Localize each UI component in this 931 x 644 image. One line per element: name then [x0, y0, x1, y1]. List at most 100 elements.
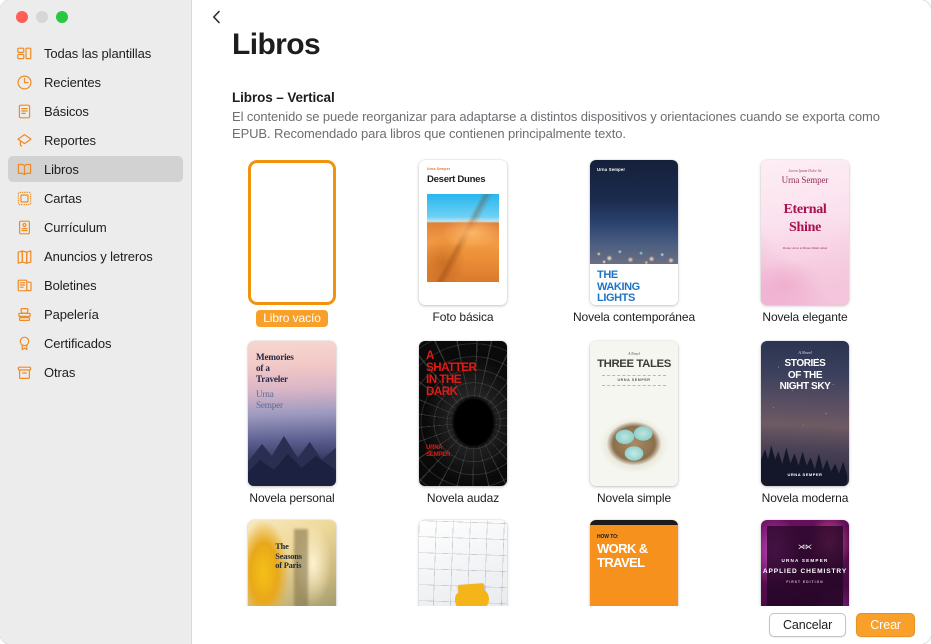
template-tile-seasons-of-paris[interactable]: The Seasons of Paris	[232, 520, 352, 606]
cover-eyebrow: HOW TO:	[597, 534, 619, 540]
sidebar-item-basicos[interactable]: Básicos	[8, 98, 183, 124]
template-cover-desert-dunes[interactable]: Urna Semper Desert Dunes	[419, 160, 507, 305]
template-thumbnail-wrap	[403, 520, 523, 606]
cover-top-bar	[590, 520, 678, 525]
template-thumbnail-wrap: The Seasons of Paris	[232, 520, 352, 606]
sidebar-item-label: Currículum	[44, 219, 107, 235]
template-tile-novela-elegante[interactable]: Lorem Ipsum Dolor Sit Urna Semper Eterna…	[745, 160, 865, 327]
cover-mountain-silhouette	[248, 436, 336, 486]
sidebar-item-libros[interactable]: Libros	[8, 156, 183, 182]
section-description: El contenido se puede reorganizar para a…	[232, 109, 880, 141]
page-title: Libros	[232, 28, 321, 61]
sidebar: Todas las plantillas Recientes Básicos R…	[0, 0, 192, 644]
content-area: Libros Libros – Vertical El contenido se…	[192, 0, 931, 644]
template-cover-blank[interactable]	[248, 160, 336, 305]
back-button[interactable]	[204, 8, 228, 30]
template-thumbnail-wrap: A Novel THREE TALES URNA SEMPER	[574, 341, 694, 486]
cover-art: Urna Semper Desert Dunes	[419, 160, 507, 305]
graduation-cap-icon	[16, 132, 33, 149]
zoom-button[interactable]	[56, 11, 68, 23]
cover-title: Desert Dunes	[427, 174, 486, 185]
sidebar-item-curriculum[interactable]: Currículum	[8, 214, 183, 240]
cover-photo-nest-eggs	[596, 397, 672, 480]
chevron-left-icon	[212, 10, 221, 29]
cover-art: The Seasons of Paris	[248, 520, 336, 606]
template-cover-waking-lights[interactable]: Urna Semper THE WAKING LIGHTS	[590, 160, 678, 305]
template-tile-libro-vacio[interactable]: Libro vacío	[232, 160, 352, 327]
cover-photo-city-night	[590, 160, 678, 264]
template-tile-novela-audaz[interactable]: A SHATTER IN THE DARK URNA SEMPER Novela…	[403, 341, 523, 506]
close-button[interactable]	[16, 11, 28, 23]
cover-logo-mark: ⋊⋉	[798, 544, 812, 551]
sidebar-item-boletines[interactable]: Boletines	[8, 272, 183, 298]
template-cover-puzzle[interactable]	[419, 520, 507, 606]
template-chooser-window: Todas las plantillas Recientes Básicos R…	[0, 0, 931, 644]
cancel-button[interactable]: Cancelar	[769, 613, 847, 637]
template-thumbnail-wrap: Urna Semper THE WAKING LIGHTS	[574, 160, 694, 305]
template-thumbnail-wrap: HOW TO: WORK & TRAVEL	[574, 520, 694, 606]
template-cover-seasons-paris[interactable]: The Seasons of Paris	[248, 520, 336, 606]
cover-title: Memories of a Traveler	[256, 352, 294, 384]
cover-brand: URNA SEMPER	[781, 558, 829, 563]
sidebar-item-anuncios-y-letreros[interactable]: Anuncios y letreros	[8, 243, 183, 269]
template-cover-work-travel[interactable]: HOW TO: WORK & TRAVEL	[590, 520, 678, 606]
template-cover-shatter-dark[interactable]: A SHATTER IN THE DARK URNA SEMPER	[419, 341, 507, 486]
sidebar-item-reportes[interactable]: Reportes	[8, 127, 183, 153]
cover-art	[419, 520, 507, 606]
sidebar-item-label: Libros	[44, 161, 79, 177]
template-thumbnail-wrap: Memories of a Traveler Urna Semper	[232, 341, 352, 486]
template-tile-foto-basica[interactable]: Urna Semper Desert Dunes Foto básica	[403, 160, 523, 327]
sidebar-item-papeleria[interactable]: Papelería	[8, 301, 183, 327]
template-thumbnail-wrap	[232, 160, 352, 305]
minimize-button[interactable]	[36, 11, 48, 23]
template-label: Foto básica	[432, 310, 494, 324]
sidebar-item-label: Boletines	[44, 277, 97, 293]
template-label: Novela moderna	[761, 491, 849, 505]
template-tile-novela-personal[interactable]: Memories of a Traveler Urna Semper Novel…	[232, 341, 352, 506]
create-button[interactable]: Crear	[856, 613, 915, 637]
sidebar-item-label: Recientes	[44, 74, 101, 90]
sidebar-item-label: Papelería	[44, 306, 99, 322]
cover-eyebrow: A Novel	[798, 350, 812, 355]
sidebar-item-otras[interactable]: Otras	[8, 359, 183, 385]
sidebar-nav: Todas las plantillas Recientes Básicos R…	[0, 40, 191, 385]
section-title: Libros – Vertical	[232, 90, 335, 105]
template-tile-novela-moderna[interactable]: A Novel STORIES OF THE NIGHT SKY URNA SE…	[745, 341, 865, 506]
folded-brochure-icon	[16, 248, 33, 265]
archive-box-icon	[16, 364, 33, 381]
sidebar-item-cartas[interactable]: Cartas	[8, 185, 183, 211]
sidebar-item-label: Certificados	[44, 335, 112, 351]
cover-eyebrow: A Novel	[628, 352, 640, 356]
cover-art: A Novel THREE TALES URNA SEMPER	[590, 341, 678, 486]
template-label: Novela contemporánea	[572, 310, 696, 324]
cover-art: ⋊⋉ URNA SEMPER APPLIED CHEMISTRY FIRST E…	[761, 520, 849, 606]
cover-brand: Urna Semper	[427, 167, 451, 171]
cover-art: A SHATTER IN THE DARK URNA SEMPER	[419, 341, 507, 486]
template-tile-puzzle[interactable]	[403, 520, 523, 606]
cover-title: THREE TALES	[597, 358, 671, 370]
cover-photo-dunes	[427, 194, 499, 282]
template-cover-applied-chemistry[interactable]: ⋊⋉ URNA SEMPER APPLIED CHEMISTRY FIRST E…	[761, 520, 849, 606]
stamp-frame-icon	[16, 190, 33, 207]
cover-title-line1: Eternal	[783, 202, 827, 217]
sidebar-item-label: Cartas	[44, 190, 82, 206]
template-cover-night-sky[interactable]: A Novel STORIES OF THE NIGHT SKY URNA SE…	[761, 341, 849, 486]
template-tile-work-travel[interactable]: HOW TO: WORK & TRAVEL	[574, 520, 694, 606]
template-cover-three-tales[interactable]: A Novel THREE TALES URNA SEMPER	[590, 341, 678, 486]
template-tile-novela-contemporanea[interactable]: Urna Semper THE WAKING LIGHTS Novela con…	[572, 160, 696, 327]
template-scroll-area[interactable]: Libros Libros – Vertical El contenido se…	[192, 28, 931, 606]
resume-icon	[16, 219, 33, 236]
template-tile-applied-chemistry[interactable]: ⋊⋉ URNA SEMPER APPLIED CHEMISTRY FIRST E…	[745, 520, 865, 606]
sidebar-item-label: Básicos	[44, 103, 89, 119]
window-controls	[16, 11, 68, 23]
cover-author: Urna Semper	[781, 175, 829, 185]
cover-highlight-piece	[458, 582, 487, 606]
template-thumbnail-wrap: ⋊⋉ URNA SEMPER APPLIED CHEMISTRY FIRST E…	[745, 520, 865, 606]
cover-title: THE WAKING LIGHTS	[597, 269, 640, 304]
template-cover-memories-traveler[interactable]: Memories of a Traveler Urna Semper	[248, 341, 336, 486]
template-cover-eternal-shine[interactable]: Lorem Ipsum Dolor Sit Urna Semper Eterna…	[761, 160, 849, 305]
sidebar-item-todas-las-plantillas[interactable]: Todas las plantillas	[8, 40, 183, 66]
sidebar-item-certificados[interactable]: Certificados	[8, 330, 183, 356]
template-tile-novela-simple[interactable]: A Novel THREE TALES URNA SEMPER Novela s…	[574, 341, 694, 506]
sidebar-item-recientes[interactable]: Recientes	[8, 69, 183, 95]
